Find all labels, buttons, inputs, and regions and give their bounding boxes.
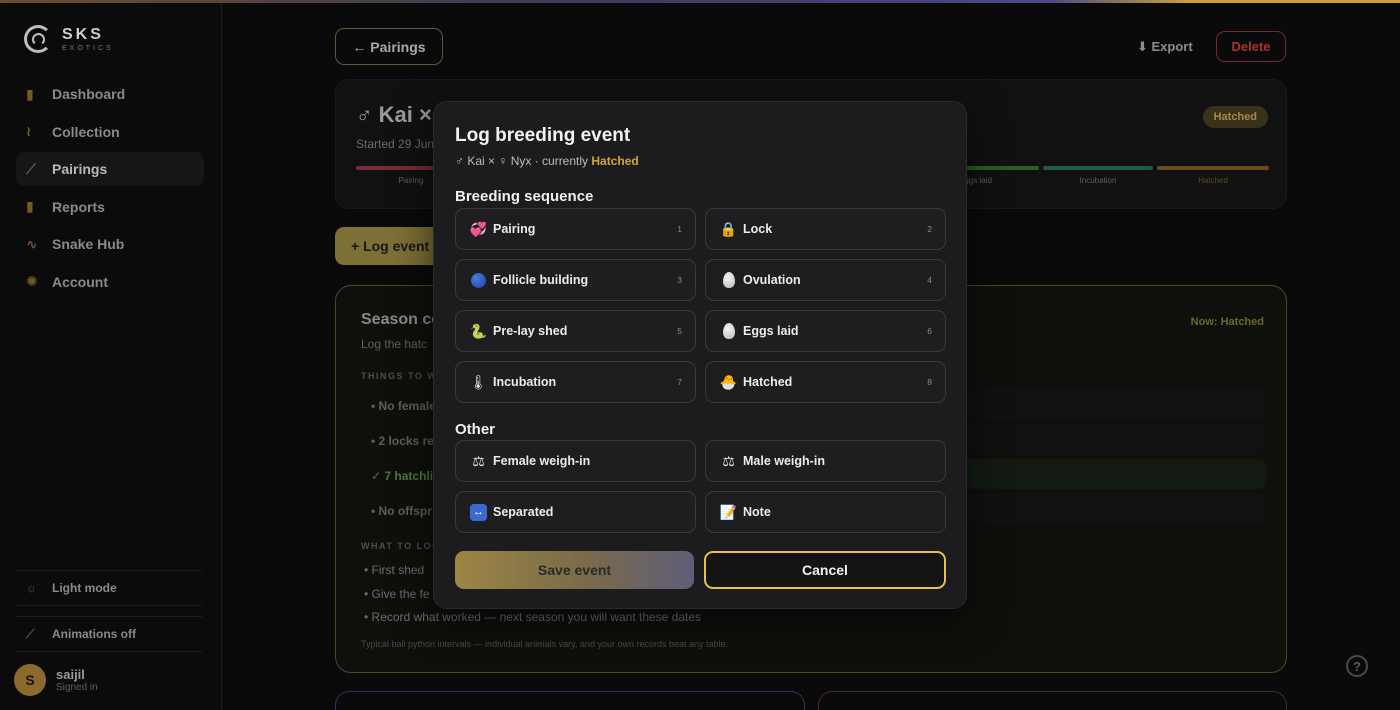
check-row: • No offspr — [371, 504, 432, 518]
sidebar-item-snake-hub[interactable]: ∿ Snake Hub — [16, 227, 204, 261]
event-option-note[interactable]: 📝 Note — [705, 491, 946, 533]
sidebar-item-label: Collection — [52, 123, 120, 140]
hatching-chick-icon: 🐣 — [719, 373, 738, 390]
user-status: Signed in — [56, 682, 98, 693]
timeline-row — [926, 389, 1266, 419]
reports-icon: ▮ — [26, 198, 34, 214]
event-option-eggs-laid[interactable]: Eggs laid 6 — [705, 310, 946, 352]
scale-icon: ⚖ — [722, 452, 735, 469]
light-mode-label: Light mode — [52, 581, 117, 595]
event-option-hatched[interactable]: 🐣 Hatched 8 — [705, 361, 946, 403]
sidebar-item-pairings[interactable]: ⟋ Pairings — [16, 152, 204, 186]
scale-icon: ⚖ — [472, 452, 485, 469]
brand-sub: EXOTICS — [62, 45, 114, 52]
account-gear-icon: ✺ — [26, 273, 38, 289]
left-right-arrow-icon: ↔ — [469, 503, 488, 522]
animation-off-icon: ⟋ — [26, 626, 35, 641]
blue-circle-icon — [469, 271, 488, 290]
event-option-male-weigh-in[interactable]: ⚖ Male weigh-in — [705, 440, 946, 482]
stage-bar-hatched — [1157, 166, 1269, 170]
list-item: • First shed — [364, 563, 425, 577]
event-option-pre-lay-shed[interactable]: 🐍 Pre-lay shed 5 — [455, 310, 696, 352]
export-button[interactable]: ⬇ Export — [1137, 39, 1193, 55]
sidebar-item-collection[interactable]: ≀ Collection — [16, 115, 204, 149]
timeline-row — [926, 424, 1266, 454]
stage-bar-incubation — [1043, 166, 1153, 170]
event-option-female-weigh-in[interactable]: ⚖ Female weigh-in — [455, 440, 696, 482]
user-profile[interactable]: S saijil Signed in — [14, 664, 98, 696]
light-mode-toggle[interactable]: ☼ Light mode — [16, 570, 202, 606]
bottom-card-right — [818, 691, 1287, 710]
cancel-button[interactable]: Cancel — [704, 551, 946, 589]
pairing-started: Started 29 Jun — [356, 137, 435, 151]
breeding-sequence-heading: Breeding sequence — [455, 188, 594, 205]
stage-label-hatched: Hatched — [1198, 176, 1228, 185]
check-row: ✓ 7 hatchli — [371, 469, 434, 483]
dialog-subtitle: ♂ Kai × ♀ Nyx · currently Hatched — [455, 154, 639, 168]
stage-label-eggs-laid: Eggs laid — [959, 176, 992, 185]
snake-icon: ≀ — [26, 123, 32, 139]
dashboard-icon: ▮ — [26, 85, 34, 102]
sidebar-item-label: Snake Hub — [52, 236, 125, 252]
current-status: Hatched — [591, 154, 639, 168]
now-status-label: Now: Hatched — [1190, 316, 1264, 328]
save-event-button[interactable]: Save event — [455, 551, 694, 589]
dialog-title: Log breeding event — [455, 125, 631, 146]
memo-icon: 📝 — [719, 503, 738, 520]
sidebar-item-label: Reports — [52, 198, 105, 215]
spiral-logo-icon — [24, 25, 52, 53]
animations-toggle[interactable]: ⟋ Animations off — [16, 616, 202, 652]
egg-icon — [719, 322, 738, 341]
sidebar-item-label: Pairings — [52, 161, 108, 177]
list-item: • Give the fe — [364, 587, 430, 601]
thermometer-icon: 🌡 — [469, 373, 488, 390]
timeline-row — [926, 459, 1266, 489]
event-option-follicle-building[interactable]: Follicle building 3 — [455, 259, 696, 301]
lock-icon: 🔒 — [719, 220, 738, 237]
egg-icon — [719, 271, 738, 290]
brand-name: SKS — [62, 26, 104, 43]
season-subtitle: Log the hatc — [361, 337, 428, 351]
sidebar-nav: ▮ Dashboard ≀ Collection ⟋ Pairings ▮ Re… — [16, 77, 204, 302]
brand-logo[interactable]: SKS EXOTICS — [24, 25, 114, 53]
things-to-watch-label: THINGS TO W — [361, 371, 438, 381]
animations-label: Animations off — [52, 627, 136, 641]
bottom-card-left — [335, 691, 805, 710]
user-name: saijil — [56, 667, 85, 682]
event-option-ovulation[interactable]: Ovulation 4 — [705, 259, 946, 301]
avatar: S — [14, 664, 46, 696]
pairings-icon: ⟋ — [26, 160, 36, 177]
what-to-look-label: WHAT TO LOO — [361, 541, 441, 551]
help-icon[interactable]: ? — [1346, 655, 1368, 677]
sidebar-item-account[interactable]: ✺ Account — [16, 265, 204, 299]
check-row: • 2 locks re — [371, 434, 434, 448]
back-to-pairings-button[interactable]: ← Pairings — [335, 28, 443, 65]
other-heading: Other — [455, 421, 496, 438]
sidebar-item-dashboard[interactable]: ▮ Dashboard — [16, 77, 204, 111]
footnote: Typical ball python intervals — individu… — [361, 639, 729, 649]
log-breeding-event-dialog: Log breeding event ♂ Kai × ♀ Nyx · curre… — [433, 101, 967, 609]
event-option-lock[interactable]: 🔒 Lock 2 — [705, 208, 946, 250]
delete-button[interactable]: Delete — [1216, 31, 1286, 62]
sidebar-item-label: Account — [52, 273, 108, 290]
event-option-separated[interactable]: ↔ Separated — [455, 491, 696, 533]
sidebar: SKS EXOTICS ▮ Dashboard ≀ Collection ⟋ P… — [0, 3, 222, 710]
list-item: • Record what worked — next season you w… — [364, 610, 702, 624]
stage-label-incubation: Incubation — [1079, 176, 1117, 185]
sidebar-item-label: Dashboard — [52, 86, 126, 102]
status-badge: Hatched — [1202, 106, 1268, 128]
sun-icon: ☼ — [26, 581, 37, 595]
event-option-pairing[interactable]: 💞 Pairing 1 — [455, 208, 696, 250]
snake-hub-icon: ∿ — [26, 235, 38, 252]
snake-icon: 🐍 — [469, 322, 488, 339]
season-title: Season co — [361, 311, 442, 328]
check-row: • No female — [371, 399, 436, 413]
sidebar-item-reports[interactable]: ▮ Reports — [16, 190, 204, 224]
hearts-icon: 💞 — [469, 220, 488, 237]
event-option-incubation[interactable]: 🌡 Incubation 7 — [455, 361, 696, 403]
timeline-row — [926, 494, 1266, 524]
